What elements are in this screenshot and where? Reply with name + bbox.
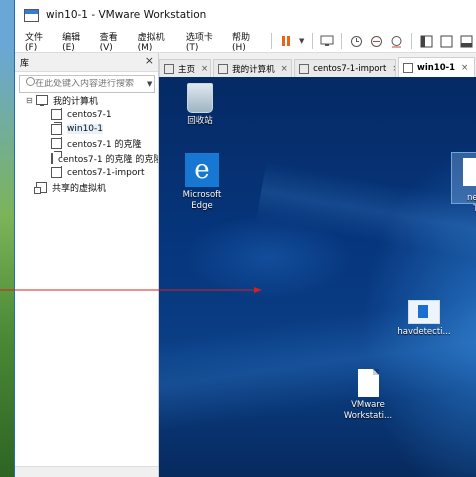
library-view-icon[interactable]	[438, 33, 454, 50]
chevron-down-icon[interactable]: ▼	[147, 80, 152, 88]
vmware-app-icon	[24, 8, 39, 22]
library-search[interactable]: ▼	[19, 75, 155, 93]
sidebar-scrollbar[interactable]	[15, 466, 158, 477]
tree-item-centos7-1-clone-clone[interactable]: centos7-1 的克隆 的克隆	[15, 151, 158, 166]
vm-icon	[299, 63, 310, 74]
send-keys-icon[interactable]	[319, 33, 335, 50]
desktop-icon-label: 回收站	[187, 116, 213, 126]
close-icon[interactable]: ×	[145, 54, 154, 67]
dropdown-icon[interactable]: ▼	[298, 33, 306, 50]
tab-strip: 主页 × 我的计算机 × centos7-1-import × win10-1 …	[159, 57, 476, 77]
shared-icon	[34, 181, 47, 194]
recycle-bin-icon	[187, 83, 213, 113]
menu-view[interactable]: 查看(V)	[96, 30, 134, 53]
menu-tabs[interactable]: 选项卡(T)	[182, 30, 228, 53]
snapshot-icon[interactable]	[348, 33, 364, 50]
tree-item-label: centos7-1 的克隆	[67, 140, 142, 151]
desktop-icon-label: Microsoft Edge	[182, 190, 222, 211]
tab-label: centos7-1-import	[313, 63, 387, 74]
library-header: 库 ×	[15, 53, 158, 72]
desktop-icon-recycle-bin[interactable]: 回收站	[169, 83, 231, 127]
tab-label: 主页	[178, 64, 196, 75]
file-icon	[357, 369, 379, 397]
menu-file[interactable]: 文件(F)	[21, 30, 58, 53]
vm-icon	[51, 165, 62, 179]
menu-edit[interactable]: 编辑(E)	[58, 30, 96, 53]
tree-item-label: 共享的虚拟机	[52, 183, 107, 194]
vm-icon	[51, 136, 62, 150]
close-icon[interactable]: ×	[281, 64, 288, 74]
computer-icon	[36, 95, 48, 107]
desktop-icon-vmware-workstation[interactable]: VMware Workstati...	[337, 369, 399, 422]
vm-icon	[51, 122, 62, 135]
menu-vm[interactable]: 虚拟机(M)	[134, 30, 182, 53]
snapshot-restore-icon[interactable]	[368, 33, 384, 50]
title-bar: win10-1 - VMware Workstation	[15, 0, 476, 30]
tree-item-win10-1[interactable]: win10-1	[15, 122, 158, 137]
library-title: 库	[20, 58, 30, 69]
tree-item-label: centos7-1-import	[67, 167, 145, 178]
tab-centos7-1-import[interactable]: centos7-1-import ×	[294, 59, 396, 77]
toolbar-separator	[270, 33, 272, 49]
computer-icon	[218, 63, 229, 74]
tree-item-shared-vms[interactable]: 共享的虚拟机	[15, 180, 158, 195]
tab-my-computer[interactable]: 我的计算机 ×	[213, 59, 293, 77]
app-icon	[408, 300, 440, 324]
tab-win10-1[interactable]: win10-1 ×	[397, 57, 475, 77]
close-icon[interactable]: ×	[392, 64, 395, 74]
vm-icon	[402, 62, 413, 73]
wallpaper-light-beam	[256, 161, 476, 273]
annotation-arrow	[0, 287, 262, 293]
desktop-icon-label: VMware Workstati...	[343, 400, 393, 421]
tree-item-centos7-1-import[interactable]: centos7-1-import	[15, 165, 158, 181]
close-icon[interactable]: ×	[201, 64, 208, 74]
tree-item-label: win10-1	[67, 124, 103, 135]
desktop-icon-edge[interactable]: e Microsoft Edge	[171, 153, 233, 212]
tab-label: 我的计算机	[232, 64, 275, 75]
menu-help[interactable]: 帮助(H)	[228, 30, 267, 53]
collapse-icon[interactable]: ⊟	[26, 96, 34, 105]
desktop-icon-havdetection[interactable]: havdetecti...	[393, 300, 455, 338]
desktop-icon-label: havdetecti...	[397, 327, 451, 337]
search-input[interactable]	[20, 79, 147, 89]
tab-home[interactable]: 主页 ×	[159, 59, 212, 77]
tree-item-centos7-1-clone[interactable]: centos7-1 的克隆	[15, 136, 158, 152]
library-sidebar: 库 × ▼ ⊟ 我的计算机 centos7-1 win10-1	[15, 53, 159, 477]
window-title: win10-1 - VMware Workstation	[46, 9, 207, 21]
menu-bar: 文件(F) 编辑(E) 查看(V) 虚拟机(M) 选项卡(T) 帮助(H) ▼	[15, 30, 476, 53]
snapshot-manager-icon[interactable]	[389, 33, 405, 50]
tree-item-centos7-1[interactable]: centos7-1	[15, 107, 158, 123]
toolbar-separator	[340, 33, 342, 49]
vm-icon	[51, 151, 62, 164]
toolbar-separator	[410, 33, 412, 49]
thumbnail-view-icon[interactable]	[459, 33, 475, 50]
tree-item-label: centos7-1 的克隆 的克隆	[58, 154, 158, 165]
close-icon[interactable]: ×	[461, 63, 468, 73]
tab-label: win10-1	[416, 62, 456, 73]
home-icon	[164, 63, 174, 74]
toolbar-separator	[311, 33, 313, 49]
edge-icon: e	[185, 153, 219, 187]
tree-item-label: 我的计算机	[53, 96, 99, 107]
vm-icon	[51, 107, 62, 121]
search-icon	[26, 77, 35, 86]
pause-icon[interactable]	[278, 33, 294, 50]
tree-item-label: centos7-1	[67, 109, 112, 120]
vm-tree: ⊟ 我的计算机 centos7-1 win10-1 centos7-1 的克隆 …	[15, 93, 158, 195]
desktop-icon-label: new T	[467, 193, 476, 214]
text-file-icon	[463, 158, 476, 186]
console-view-icon[interactable]	[418, 33, 434, 50]
vmware-window: win10-1 - VMware Workstation 文件(F) 编辑(E)…	[14, 0, 476, 477]
guest-desktop[interactable]: 回收站 e Microsoft Edge new T havdetecti...…	[159, 77, 476, 477]
tree-item-my-computer[interactable]: ⊟ 我的计算机	[15, 93, 158, 108]
